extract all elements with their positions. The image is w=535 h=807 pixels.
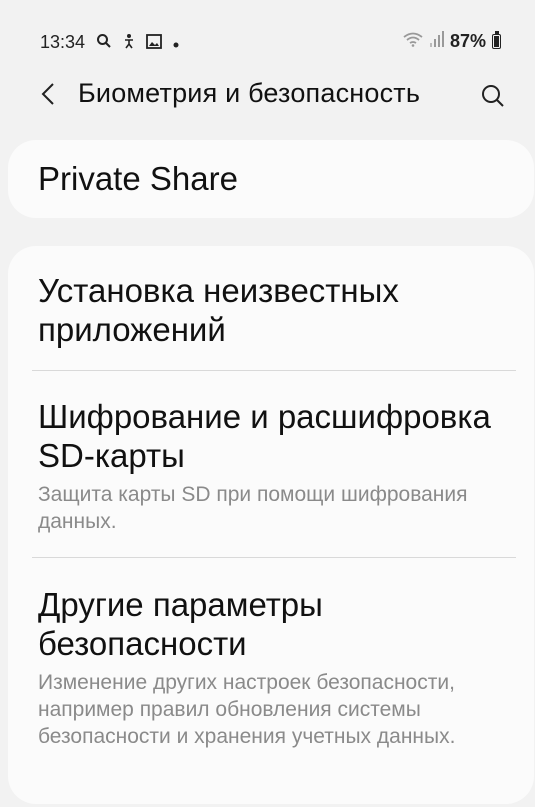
battery-percentage: 87% <box>449 31 486 51</box>
list-item-title: Шифрование и расшифровка SD-карты <box>38 398 491 474</box>
list-item-title: Private Share <box>38 160 238 197</box>
security-settings-card: Установка неизвестных приложений Шифрова… <box>8 246 534 804</box>
signal-icon <box>429 31 444 52</box>
page-title: Биометрия и безопасность <box>78 78 421 108</box>
list-item-private-share[interactable]: Private Share <box>8 140 534 198</box>
back-button[interactable] <box>30 74 66 114</box>
list-item-title: Установка неизвестных приложений <box>38 272 399 348</box>
wifi-icon <box>402 31 424 52</box>
gallery-notification-icon <box>146 33 162 53</box>
notification-icons <box>96 33 179 53</box>
search-notification-icon <box>96 33 112 53</box>
accessibility-notification-icon <box>123 33 135 53</box>
chevron-left-icon <box>41 83 54 105</box>
status-right: 87% <box>402 31 501 52</box>
status-time: 13:34 <box>40 32 86 52</box>
list-item-sd-card-encryption[interactable]: Шифрование и расшифровка SD-карты Защита… <box>8 371 534 557</box>
private-share-card: Private Share <box>8 140 534 218</box>
list-item-subtitle: Изменение других настроек безопасности, … <box>38 671 456 748</box>
list-item-other-security-settings[interactable]: Другие параметры безопасности Изменение … <box>8 558 534 750</box>
app-bar: Биометрия и безопасность <box>0 66 535 126</box>
list-item-title: Другие параметры безопасности <box>38 586 323 662</box>
list-item-subtitle: Защита карты SD при помощи шифрования да… <box>38 483 468 533</box>
more-notifications-dot-icon <box>173 35 179 52</box>
battery-icon <box>492 31 501 49</box>
search-button[interactable] <box>473 76 513 116</box>
list-item-install-unknown-apps[interactable]: Установка неизвестных приложений <box>8 246 534 370</box>
search-icon <box>482 85 504 107</box>
status-bar: 13:34 87% <box>0 0 535 60</box>
